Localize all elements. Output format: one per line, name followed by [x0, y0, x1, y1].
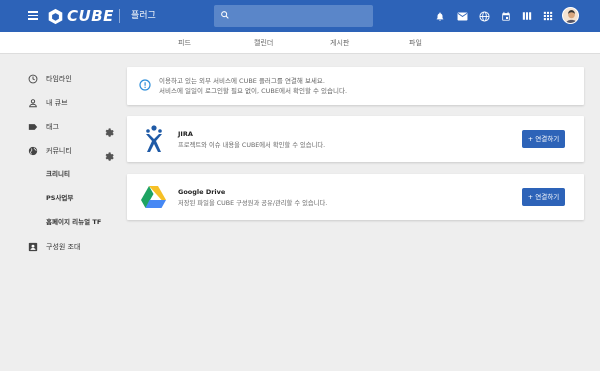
- community-subitem[interactable]: 홈페이지 리뉴얼 TF: [46, 216, 101, 228]
- sub-navigation: 피드 캘린더 게시판 파일: [0, 32, 600, 54]
- integration-card-jira: JIRA 프로젝트와 이슈 내용을 CUBE에서 확인할 수 있습니다. + 연…: [127, 116, 584, 162]
- google-drive-logo-icon: [141, 186, 166, 208]
- cube-logo[interactable]: CUBE: [47, 7, 114, 25]
- tag-settings-gear-icon[interactable]: [104, 122, 114, 137]
- sidebar-item-label: 커뮤니티: [46, 147, 72, 155]
- integration-title: JIRA: [178, 130, 193, 138]
- connect-jira-button[interactable]: + 연결하기: [522, 130, 565, 148]
- notice-line-1: 이용하고 있는 외부 서비스에 CUBE 플러그를 연결해 보세요.: [159, 77, 325, 85]
- globe-icon: [28, 146, 38, 156]
- community-subitem[interactable]: PS사업부: [46, 192, 73, 204]
- sidebar-item-label: 내 큐브: [46, 99, 68, 107]
- tab-files[interactable]: 파일: [409, 32, 422, 54]
- tab-calendar[interactable]: 캘린더: [254, 32, 273, 54]
- sidebar-item-label: 태그: [46, 123, 59, 131]
- sidebar-item-label: 구성원 조대: [46, 243, 81, 251]
- clock-icon: [28, 74, 38, 84]
- jira-logo-icon: [146, 125, 162, 152]
- notice-text: 이용하고 있는 외부 서비스에 CUBE 플러그를 연결해 보세요. 서비스에 …: [159, 76, 347, 96]
- calendar-icon[interactable]: [499, 9, 513, 23]
- bell-icon[interactable]: [433, 9, 447, 23]
- tag-icon: [28, 122, 38, 132]
- hamburger-menu-icon[interactable]: [28, 11, 38, 20]
- connect-google-drive-button[interactable]: + 연결하기: [522, 188, 565, 206]
- mail-icon[interactable]: [455, 9, 469, 23]
- header-divider: [119, 9, 120, 23]
- logo-text: CUBE: [67, 7, 114, 25]
- integration-description: 프로젝트와 이슈 내용을 CUBE에서 확인할 수 있습니다.: [178, 142, 326, 149]
- apps-icon[interactable]: [541, 9, 555, 23]
- integration-description: 저장된 파일을 CUBE 구성원과 공유/관리할 수 있습니다.: [178, 200, 328, 207]
- cube-logo-icon: [48, 8, 63, 24]
- integration-title: Google Drive: [178, 188, 226, 196]
- sidebar-item-timeline[interactable]: 타임라인: [28, 72, 72, 86]
- person-icon: [28, 98, 38, 108]
- search-box[interactable]: [214, 5, 373, 27]
- sidebar-item-community[interactable]: 커뮤니티: [28, 144, 72, 158]
- info-icon: [139, 79, 151, 91]
- sidebar-item-tags[interactable]: 태그: [28, 120, 59, 134]
- contact-card-icon: [28, 242, 38, 252]
- top-bar: CUBE 플러그: [0, 0, 600, 32]
- community-settings-gear-icon[interactable]: [104, 146, 114, 161]
- integration-card-google-drive: Google Drive 저장된 파일을 CUBE 구성원과 공유/관리할 수 …: [127, 174, 584, 220]
- grid-view-icon[interactable]: [520, 9, 534, 23]
- notice-card: 이용하고 있는 외부 서비스에 CUBE 플러그를 연결해 보세요. 서비스에 …: [127, 67, 584, 105]
- tab-feed[interactable]: 피드: [178, 32, 191, 54]
- sidebar-item-label: 타임라인: [46, 75, 72, 83]
- user-avatar[interactable]: [562, 7, 579, 24]
- page-title: 플러그: [131, 11, 156, 21]
- sidebar-item-members[interactable]: 구성원 조대: [28, 240, 80, 254]
- search-input[interactable]: [234, 8, 364, 24]
- sidebar-item-my-cube[interactable]: 내 큐브: [28, 96, 68, 110]
- community-subitem[interactable]: 크리니티: [46, 168, 70, 180]
- search-icon: [221, 11, 229, 19]
- globe-icon[interactable]: [477, 9, 491, 23]
- tab-board[interactable]: 게시판: [330, 32, 349, 54]
- notice-line-2: 서비스에 일일이 로그인할 필요 없이, CUBE에서 확인할 수 있습니다.: [159, 87, 348, 95]
